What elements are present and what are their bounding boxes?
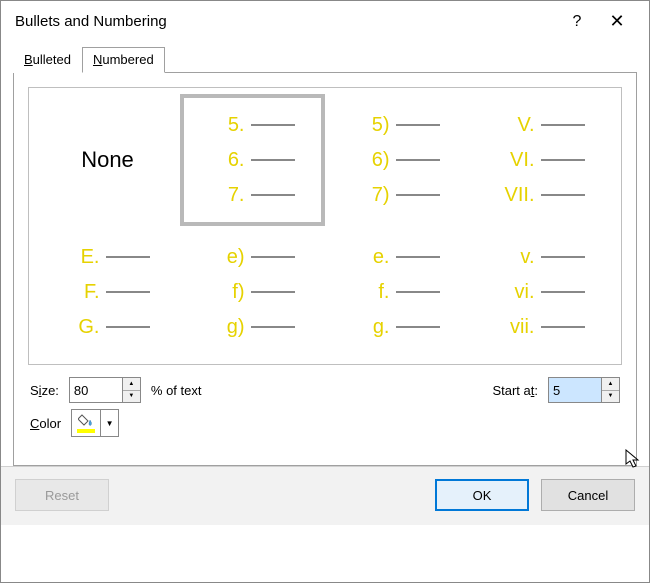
format-roman-lower[interactable]: v. vi. vii. xyxy=(470,226,615,358)
tab-row: Bulleted Numbered xyxy=(13,46,637,73)
paint-bucket-icon xyxy=(72,410,100,436)
size-spin-up[interactable]: ▲ xyxy=(123,378,140,391)
close-button[interactable]: ✕ xyxy=(597,11,637,32)
start-at-input[interactable] xyxy=(549,378,601,402)
format-alpha-lower-paren[interactable]: e) f) g) xyxy=(180,226,325,358)
cancel-button[interactable]: Cancel xyxy=(541,479,635,511)
size-label: Size: xyxy=(30,383,59,398)
format-arabic-paren[interactable]: 5) 6) 7) xyxy=(325,94,470,226)
start-at-spin-up[interactable]: ▲ xyxy=(602,378,619,391)
number-format-grid: None 5. 6. 7. 5) 6) 7) xyxy=(35,94,615,358)
ok-button[interactable]: OK xyxy=(435,479,529,511)
format-alpha-upper-period[interactable]: E. F. G. xyxy=(35,226,180,358)
format-none-label: None xyxy=(81,147,134,173)
tab-numbered[interactable]: Numbered xyxy=(82,47,165,73)
size-suffix: % of text xyxy=(151,383,202,398)
chevron-down-icon[interactable]: ▼ xyxy=(100,410,118,436)
dialog-title: Bullets and Numbering xyxy=(15,13,557,30)
format-none[interactable]: None xyxy=(35,94,180,226)
format-arabic-period[interactable]: 5. 6. 7. xyxy=(180,94,325,226)
color-label: Color xyxy=(30,416,61,431)
tab-bulleted[interactable]: Bulleted xyxy=(13,47,82,73)
start-at-spin-down[interactable]: ▼ xyxy=(602,391,619,403)
reset-button: Reset xyxy=(15,479,109,511)
start-at-spinner[interactable]: ▲ ▼ xyxy=(548,377,620,403)
color-picker[interactable]: ▼ xyxy=(71,409,119,437)
format-roman-upper[interactable]: V. VI. VII. xyxy=(470,94,615,226)
size-spin-down[interactable]: ▼ xyxy=(123,391,140,403)
help-button[interactable]: ? xyxy=(557,13,597,31)
size-input[interactable] xyxy=(70,378,122,402)
size-spinner[interactable]: ▲ ▼ xyxy=(69,377,141,403)
format-alpha-lower-period[interactable]: e. f. g. xyxy=(325,226,470,358)
start-at-label: Start at: xyxy=(492,383,538,398)
color-swatch xyxy=(77,429,95,433)
